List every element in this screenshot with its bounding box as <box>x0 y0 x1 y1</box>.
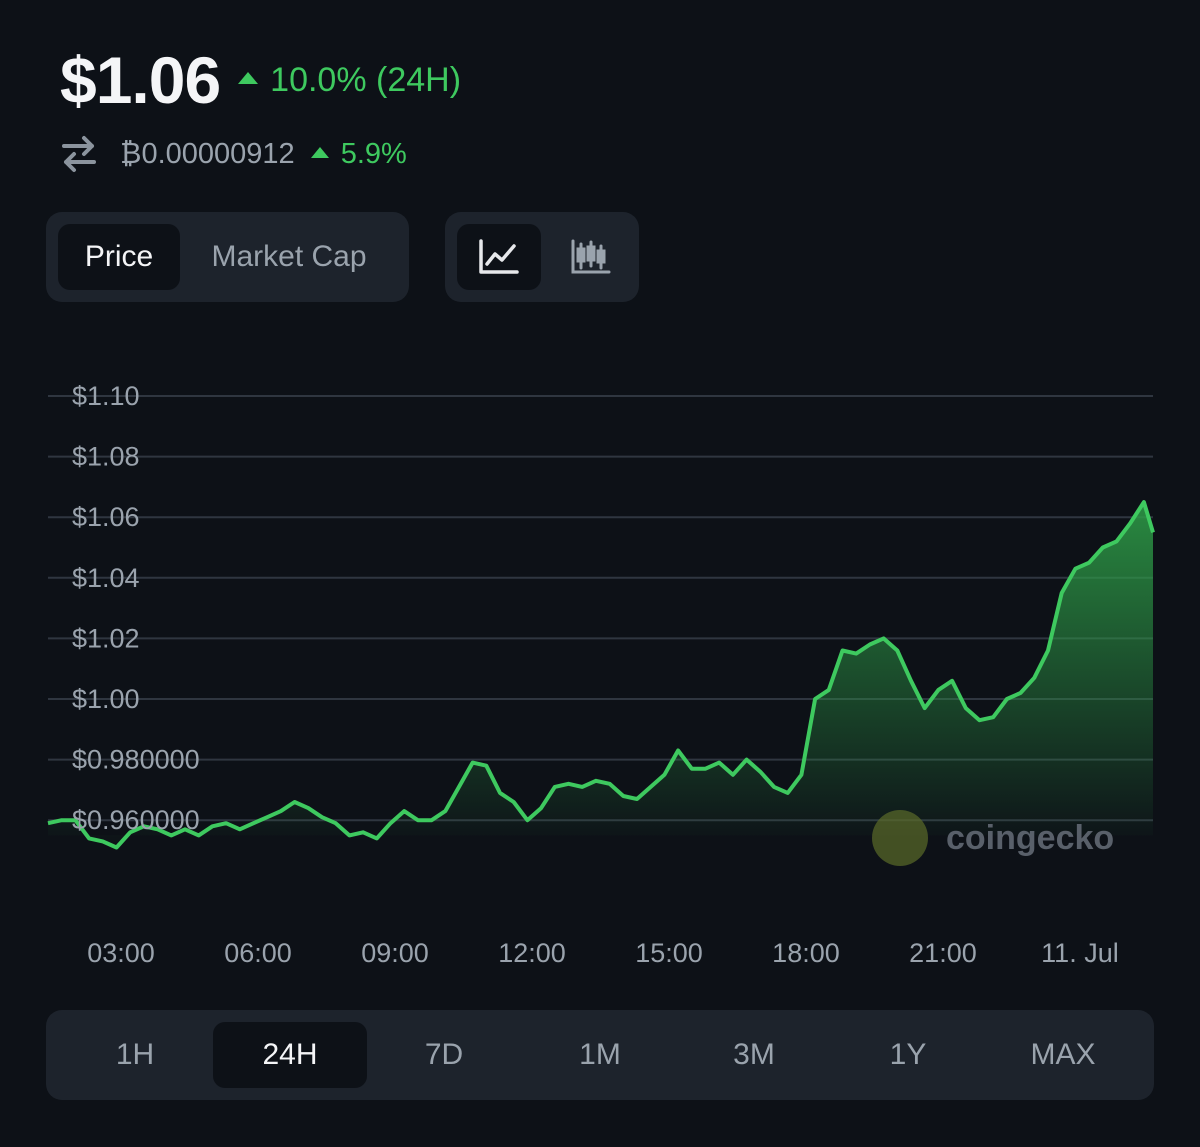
y-tick-label: $1.10 <box>72 381 140 411</box>
range-7d[interactable]: 7D <box>367 1022 521 1088</box>
y-tick-label: $1.08 <box>72 442 140 472</box>
x-tick-label: 12:00 <box>498 938 566 968</box>
range-selector: 1H 24H 7D 1M 3M 1Y MAX <box>46 1010 1154 1100</box>
chart-type-toggle <box>445 212 639 302</box>
range-1y[interactable]: 1Y <box>831 1022 985 1088</box>
y-tick-label: $1.00 <box>72 684 140 714</box>
tab-market-cap[interactable]: Market Cap <box>186 224 392 290</box>
x-tick-label: 21:00 <box>909 938 977 968</box>
y-tick-label: $0.960000 <box>72 805 200 835</box>
range-24h[interactable]: 24H <box>213 1022 367 1088</box>
line-chart-icon <box>479 239 519 274</box>
triangle-up-icon <box>238 72 259 84</box>
btc-change-value: 5.9% <box>340 137 407 170</box>
range-1m[interactable]: 1M <box>523 1022 677 1088</box>
tab-price[interactable]: Price <box>58 224 180 290</box>
candlestick-chart-button[interactable] <box>549 224 633 290</box>
y-tick-label: $1.06 <box>72 502 140 532</box>
triangle-up-icon <box>310 146 329 158</box>
y-tick-label: $1.02 <box>72 623 140 653</box>
x-tick-label: 09:00 <box>361 938 429 968</box>
y-tick-label: $0.980000 <box>72 745 200 775</box>
btc-price: ₿0.00000912 <box>120 137 295 170</box>
range-max[interactable]: MAX <box>986 1022 1140 1088</box>
watermark-text: coingecko <box>946 818 1115 857</box>
price-change: 10.0% (24H) <box>238 61 461 100</box>
x-tick-label: 03:00 <box>87 938 155 968</box>
metric-toggle: Price Market Cap <box>46 212 409 302</box>
range-3m[interactable]: 3M <box>677 1022 831 1088</box>
candlestick-chart-icon <box>571 239 611 274</box>
x-tick-label: 18:00 <box>772 938 840 968</box>
swap-arrows-icon[interactable] <box>60 134 98 174</box>
price-area <box>48 502 1153 848</box>
price-header: $1.06 10.0% (24H) <box>60 42 461 118</box>
coingecko-watermark: coingecko <box>872 810 1114 866</box>
line-chart-button[interactable] <box>457 224 541 290</box>
x-tick-label: 11. Jul <box>1041 938 1119 968</box>
price-change-value: 10.0% (24H) <box>270 60 462 99</box>
y-tick-label: $1.04 <box>72 563 140 593</box>
x-tick-label: 06:00 <box>224 938 292 968</box>
coingecko-logo-icon <box>872 810 928 866</box>
btc-change: 5.9% <box>310 137 407 171</box>
x-tick-label: 15:00 <box>635 938 703 968</box>
current-price: $1.06 <box>60 43 221 117</box>
range-1h[interactable]: 1H <box>58 1022 212 1088</box>
btc-price-row: ₿0.00000912 5.9% <box>60 134 407 174</box>
